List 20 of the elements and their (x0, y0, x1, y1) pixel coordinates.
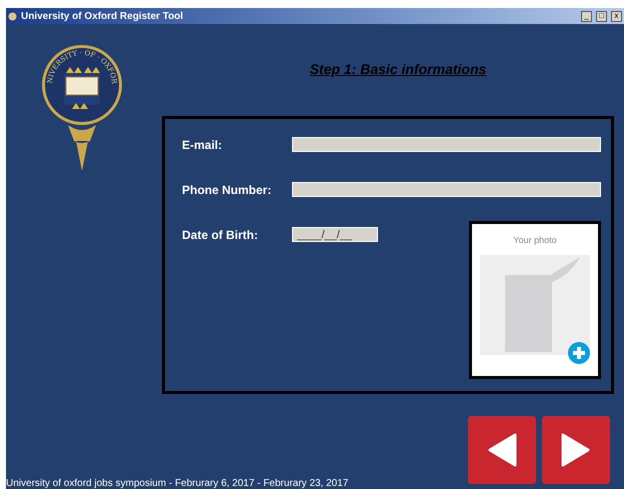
date-field[interactable]: ____/__/__ (292, 227, 378, 242)
input-field[interactable] (292, 182, 601, 197)
add-icon[interactable] (568, 342, 590, 364)
step-heading: Step 1: Basic informations (310, 61, 486, 79)
app-icon (8, 12, 17, 20)
window-control-button[interactable]: _ (581, 10, 592, 22)
left-triangle-icon (487, 433, 517, 467)
window-control-button[interactable]: □ (596, 10, 607, 22)
field-label: Phone Number: (182, 182, 272, 196)
window-control-button[interactable]: x (611, 10, 622, 22)
footer-text: University of oxford jobs symposium - Februrary 6, 2017 - Februrary 23, 2017 (6, 478, 348, 489)
next-button[interactable] (542, 416, 610, 484)
window-title: University of Oxford Register Tool (21, 10, 184, 22)
field-label: E-mail: (182, 138, 224, 152)
photo-upload-frame[interactable]: Your photo (469, 221, 601, 379)
field-label: Date of Birth: (182, 228, 259, 242)
photo-caption: Your photo (513, 235, 557, 245)
back-button[interactable] (468, 416, 536, 484)
input-field[interactable] (292, 137, 601, 152)
right-triangle-icon (561, 433, 591, 467)
